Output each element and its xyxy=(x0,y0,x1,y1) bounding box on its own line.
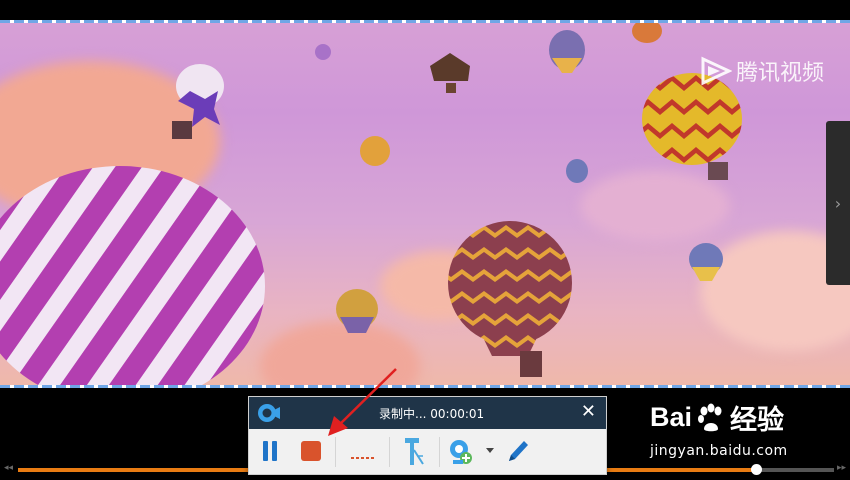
baidu-jingyan-watermark: Bai 经验 jingyan.baidu.com xyxy=(650,398,788,459)
dashed-line-icon xyxy=(351,457,375,459)
webcam-plus-icon xyxy=(450,440,472,464)
recorder-header: 录制中... 00:00:01 ✕ xyxy=(249,397,606,429)
video-bottom-border xyxy=(0,385,850,388)
recorder-toolbar xyxy=(249,429,606,474)
balloon-large xyxy=(0,166,265,386)
tencent-video-logo-icon xyxy=(701,56,732,86)
screen-recorder-panel: 录制中... 00:00:01 ✕ xyxy=(248,396,607,475)
pen-tool-button[interactable] xyxy=(503,435,533,467)
baidu-logo-left: Bai xyxy=(650,402,693,432)
baidu-paw-icon xyxy=(698,403,722,431)
pause-icon xyxy=(263,441,277,461)
pencil-icon xyxy=(509,441,528,461)
red-annotation-arrow xyxy=(328,368,397,436)
forward-icon[interactable]: ▸▸ xyxy=(837,463,846,473)
video-player: 腾讯视频 › Bai 经验 jingyan.baidu.com ◂◂ ▸▸ 录制… xyxy=(0,0,850,480)
stop-icon xyxy=(301,441,321,461)
toolbar-divider xyxy=(389,437,390,467)
watermark-text: 腾讯视频 xyxy=(735,61,824,86)
toolbar-divider xyxy=(439,437,440,467)
line-tool-button[interactable] xyxy=(347,441,379,463)
stop-button[interactable] xyxy=(299,439,323,463)
toolbar-divider xyxy=(335,437,336,467)
webcam-dropdown[interactable] xyxy=(485,445,495,457)
camera-icon xyxy=(258,404,280,422)
pin-tool-button[interactable] xyxy=(399,435,429,469)
chevron-right-icon: › xyxy=(834,193,842,213)
webcam-add-button[interactable] xyxy=(447,437,475,467)
baidu-logo-right: 经验 xyxy=(730,405,785,435)
side-panel-toggle[interactable]: › xyxy=(826,121,850,285)
progress-knob[interactable] xyxy=(751,464,763,475)
baidu-domain: jingyan.baidu.com xyxy=(650,443,788,459)
baidu-logo: Bai 经验 xyxy=(650,398,788,437)
pushpin-icon xyxy=(405,438,424,465)
caret-down-icon xyxy=(486,448,494,453)
close-icon[interactable]: ✕ xyxy=(581,402,596,422)
rewind-icon[interactable]: ◂◂ xyxy=(4,463,13,473)
pause-button[interactable] xyxy=(259,437,281,465)
tencent-video-watermark: 腾讯视频 xyxy=(698,55,824,87)
video-top-border xyxy=(0,20,850,23)
